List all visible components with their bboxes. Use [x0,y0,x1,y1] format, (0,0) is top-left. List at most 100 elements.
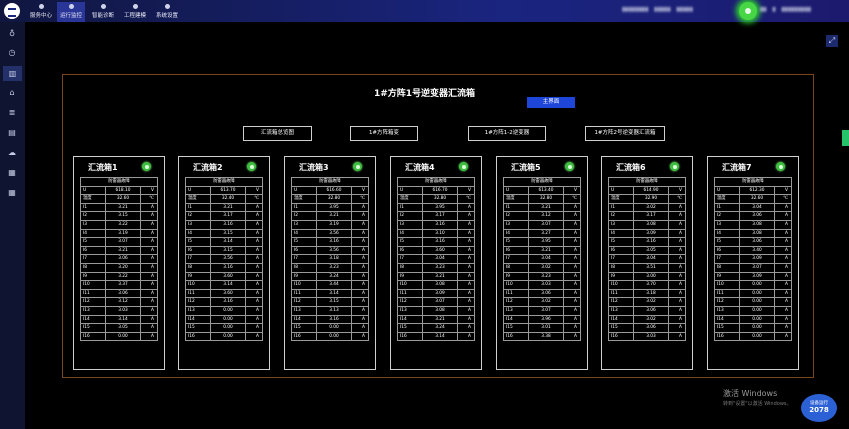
row-unit: A [256,273,259,279]
row-unit: A [151,213,154,219]
device-running-badge[interactable]: 设备运行 2078 [801,394,837,422]
table-row: I11 3.14 A [291,289,369,299]
row-unit: A [785,239,788,245]
row-value: 3.56 [317,246,352,255]
tab-inverter-1-2[interactable]: 1#方阵1-2逆变器 [468,126,546,141]
row-unit: A [362,221,365,227]
table-row: U 616.70 V [397,186,475,196]
expand-icon[interactable]: ⤢ [826,35,838,47]
tab-box-transformer[interactable]: 1#方阵箱变 [350,126,418,141]
row-value: 3.06 [634,306,669,315]
row-value: 3.60 [211,272,246,281]
row-value: 3.44 [317,281,352,289]
table-row: I5 3.14 A [185,238,263,247]
lightbulb-icon[interactable]: ♁ [8,30,16,38]
row-label: I2 [504,212,529,220]
row-value: 0.00 [211,332,246,341]
table-row: I2 3.12 A [503,212,581,221]
row-label: I16 [292,332,317,341]
row-value: 3.16 [211,220,246,229]
table-row: I14 0.00 A [185,315,263,325]
row-unit: A [574,333,577,339]
row-label: I7 [504,255,529,263]
main-interface-button[interactable]: 主界面 [527,97,575,108]
nav-item-run-monitor[interactable]: 运行监控 [57,2,85,22]
row-value: 3.15 [211,229,246,238]
combiner-box[interactable]: 汇流箱4 防雷器故障 U 616.70 V 温度 32.80 ℃ I1 3.95 A I2 3.17 A I… [390,156,482,370]
row-label: I7 [81,255,106,263]
nav-item-settings[interactable]: 系统设置 [153,2,181,22]
table-row: I10 3.14 A [185,281,263,290]
side-scroll-handle[interactable] [842,130,849,146]
row-unit: A [362,325,365,331]
grid-icon[interactable]: ▦ [8,189,16,197]
clock-icon[interactable]: ◷ [8,49,16,57]
table-icon[interactable]: ▦ [8,169,16,177]
combiner-box[interactable]: 汇流箱5 防雷器故障 U 613.40 V 温度 32.80 ℃ I1 3.21 A I2 3.12 A I… [496,156,588,370]
row-value: 0.00 [740,324,775,332]
row-unit: A [151,273,154,279]
table-row: I15 0.00 A [714,324,792,333]
row-value: 3.16 [317,315,352,324]
table-row: I3 3.22 A [80,220,158,230]
row-value: 0.00 [211,315,246,324]
row-unit: A [785,256,788,262]
row-value: 3.06 [106,289,141,298]
table-row: I2 3.17 A [608,212,686,221]
row-label: 温度 [504,195,529,203]
row-label: I11 [398,289,423,298]
combiner-box[interactable]: 汇流箱2 防雷器故障 U 613.70 V 温度 32.40 ℃ I1 3.21 A I2 3.17 A I… [178,156,270,370]
row-label: I1 [398,203,423,212]
row-unit: A [256,204,259,210]
row-value: 32.60 [106,195,141,203]
row-value: 3.13 [317,306,352,315]
row-label: I14 [609,315,634,324]
tab-combiner-overview[interactable]: 汇流箱总览图 [243,126,312,141]
row-label: U [609,186,634,195]
chart-icon[interactable]: ▥ [3,66,22,81]
nav-item-modeling[interactable]: 工程建模 [121,2,149,22]
tab-inverter-2-combiner[interactable]: 1#方阵2号逆变器汇流箱 [585,126,665,141]
combiner-box-table: 防雷器故障 U 613.70 V 温度 32.40 ℃ I1 3.21 A I2 3.17 A I3 3.1… [185,177,263,342]
row-value: 3.20 [106,263,141,272]
row-label: U [186,186,211,195]
row-value: 3.27 [529,229,564,238]
row-label: I4 [504,229,529,238]
combiner-box[interactable]: 汇流箱6 防雷器故障 U 614.90 V 温度 32.90 ℃ I1 3.02 A I2 3.17 A I… [601,156,693,370]
row-value: 3.04 [634,255,669,263]
row-value: 3.51 [634,263,669,272]
nav-item-service-center[interactable]: 服务中心 [28,2,54,22]
table-row: I10 3.70 A [608,281,686,290]
row-unit: A [256,256,259,262]
row-value: 3.06 [634,324,669,332]
diagnosis-icon [100,4,106,9]
table-row: I1 3.02 A [608,203,686,213]
row-unit: V [574,187,577,193]
table-row: I7 3.09 A [714,255,792,264]
table-row: I11 0.00 A [714,289,792,299]
status-indicator-icon[interactable] [739,2,757,20]
table-row: I9 3.00 A [608,272,686,282]
row-value: 3.23 [529,272,564,281]
row-label: 温度 [715,195,740,203]
report-icon[interactable]: ▤ [8,129,16,137]
row-value: 3.60 [211,289,246,298]
row-label: I10 [292,281,317,289]
cloud-icon[interactable]: ☁ [8,149,16,157]
list-icon[interactable]: ≣ [8,109,16,117]
row-unit: A [256,325,259,331]
nav-item-diagnosis[interactable]: 智能诊断 [89,2,117,22]
table-row: I8 3.16 A [185,263,263,273]
row-unit: A [468,307,471,313]
row-value: 3.04 [423,255,458,263]
row-value: 3.02 [634,203,669,212]
row-label: I7 [398,255,423,263]
table-row: I13 3.06 A [608,306,686,316]
combiner-box[interactable]: 汇流箱3 防雷器故障 U 616.60 V 温度 32.80 ℃ I1 3.95 A I2 3.21 A I… [284,156,376,370]
row-value: 0.00 [740,298,775,306]
row-label: I15 [81,324,106,332]
combiner-box[interactable]: 汇流箱1 防雷器故障 U 618.10 V 温度 32.60 ℃ I1 3.21 A I2 3.15 A I… [73,156,165,370]
combiner-box[interactable]: 汇流箱7 防雷器故障 U 612.30 V 温度 32.60 ℃ I1 3.04 A I2 3.06 A I… [707,156,799,370]
row-value: 3.21 [423,272,458,281]
row-label: I14 [81,315,106,324]
